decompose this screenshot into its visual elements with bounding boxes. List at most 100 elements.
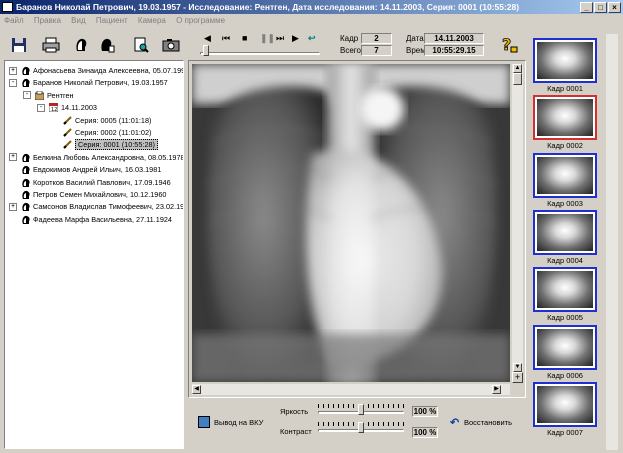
close-button[interactable]: × bbox=[608, 2, 621, 13]
svg-text:12: 12 bbox=[51, 107, 57, 112]
tree-node[interactable]: Самсонов Владислав Тимофеевич, 23.02.196 bbox=[33, 201, 183, 212]
horizontal-scrollbar[interactable]: ◀ ▶ bbox=[192, 384, 510, 395]
tree-node[interactable]: Рентген bbox=[47, 90, 74, 101]
series-icon bbox=[63, 128, 72, 137]
tree-node[interactable]: Коротков Василий Павлович, 17.09.1946 bbox=[33, 177, 171, 188]
pause-button[interactable]: ❚❚ bbox=[260, 33, 275, 44]
patient-icon bbox=[21, 215, 30, 224]
total-label: Всего bbox=[340, 46, 361, 55]
series-icon bbox=[63, 115, 72, 125]
scroll-down-button[interactable]: ▼ bbox=[513, 363, 522, 372]
thumbnail-label: Кадр 0007 bbox=[547, 427, 583, 437]
stop-button[interactable]: ■ bbox=[242, 33, 247, 43]
thumbnail-frame[interactable] bbox=[533, 324, 597, 370]
app-icon bbox=[2, 2, 13, 12]
tree-expander[interactable]: + bbox=[9, 202, 17, 211]
chest-xray bbox=[192, 64, 510, 382]
playback-slider[interactable] bbox=[200, 45, 320, 56]
playback-thumb[interactable] bbox=[203, 45, 209, 56]
series-icon bbox=[63, 140, 72, 150]
thumbnail-image bbox=[537, 385, 593, 423]
tree-node[interactable]: 14.11.2003 bbox=[61, 102, 97, 113]
contrast-slider[interactable] bbox=[318, 422, 404, 433]
undo-arrow-icon: ↶ bbox=[450, 417, 460, 429]
loop-button[interactable]: ↩ bbox=[308, 33, 316, 44]
camera-button[interactable] bbox=[160, 34, 182, 56]
vertical-scroll-thumb[interactable] bbox=[513, 73, 522, 85]
brightness-label: Яркость bbox=[280, 407, 309, 416]
contrast-thumb[interactable] bbox=[358, 422, 364, 433]
menu-file[interactable]: Файл bbox=[4, 16, 24, 25]
save-icon bbox=[12, 38, 26, 52]
menu-edit[interactable]: Правка bbox=[34, 16, 61, 25]
tree-node[interactable]: Петров Семен Михайлович, 10.12.1960 bbox=[33, 189, 166, 200]
printer-icon bbox=[42, 37, 60, 53]
scroll-up-button[interactable]: ▲ bbox=[513, 64, 522, 73]
tree-node[interactable]: Белкина Любовь Александровна, 08.05.1978 bbox=[33, 152, 183, 163]
tree-node[interactable]: Афонасьева Зинаида Алексеевна, 05.07.199… bbox=[33, 65, 183, 76]
play-backward-button[interactable]: ◀ bbox=[204, 33, 211, 44]
frame-value: 2 bbox=[361, 33, 392, 44]
tree-expander[interactable]: - bbox=[23, 91, 31, 100]
vertical-scrollbar[interactable]: ▲ ▼ bbox=[512, 64, 523, 382]
patient-icon bbox=[21, 178, 30, 187]
print-button[interactable] bbox=[40, 34, 62, 56]
thumbnail-frame[interactable] bbox=[533, 381, 597, 427]
scroll-left-button[interactable]: ◀ bbox=[192, 385, 201, 394]
title-bar: Баранов Николай Петрович, 19.03.1957 - И… bbox=[0, 0, 623, 14]
scroll-right-button[interactable]: ▶ bbox=[492, 385, 501, 394]
thumbnail-frame[interactable] bbox=[533, 152, 597, 198]
help-button[interactable]: ? bbox=[498, 33, 520, 55]
vku-output-button[interactable]: Вывод на ВКУ bbox=[214, 418, 263, 427]
thumbnail-image bbox=[537, 156, 593, 194]
tree-node[interactable]: Серия: 0005 (11:01:18) bbox=[75, 115, 151, 126]
brightness-slider[interactable] bbox=[318, 404, 404, 415]
menu-about[interactable]: О программе bbox=[176, 16, 225, 25]
tree-expander[interactable]: + bbox=[9, 66, 17, 75]
save-button[interactable] bbox=[8, 34, 30, 56]
image-search-button[interactable] bbox=[130, 34, 152, 56]
image-search-icon bbox=[134, 37, 149, 53]
thumbnail-frame[interactable] bbox=[533, 267, 597, 313]
thumbnail-frame[interactable] bbox=[533, 95, 597, 141]
tree-node[interactable]: Серия: 0001 (10:55:28) bbox=[75, 139, 158, 151]
patient-icon bbox=[21, 78, 30, 88]
svg-text:?: ? bbox=[502, 35, 511, 53]
tree-node[interactable]: Евдокимов Андрей Ильич, 16.03.1981 bbox=[33, 164, 161, 175]
last-frame-button[interactable]: ⏭ bbox=[276, 33, 284, 44]
time-value: 10:55:29.15 bbox=[424, 45, 484, 56]
menu-patient[interactable]: Пациент bbox=[96, 16, 128, 25]
tree-expander[interactable]: - bbox=[9, 78, 17, 87]
frame-label: Кадр bbox=[340, 34, 359, 43]
zoom-corner-button[interactable]: + bbox=[512, 372, 523, 383]
play-forward-button[interactable]: ▶ bbox=[292, 33, 299, 44]
patient-button[interactable] bbox=[70, 34, 92, 56]
thumbnail-label: Кадр 0002 bbox=[547, 141, 583, 151]
tree-node[interactable]: Серия: 0002 (11:01:02) bbox=[75, 127, 151, 138]
maximize-button[interactable]: □ bbox=[594, 2, 607, 13]
restore-button[interactable]: Восстановить bbox=[464, 418, 512, 427]
monitor-icon bbox=[198, 416, 210, 428]
tree-node[interactable]: Баранов Николай Петрович, 19.03.1957 bbox=[33, 77, 168, 88]
tree-node[interactable]: Фадеева Марфа Васильевна, 27.11.1924 bbox=[33, 214, 172, 225]
thumbnail-frame[interactable] bbox=[533, 209, 597, 255]
patient-icon bbox=[21, 190, 30, 199]
xray-image[interactable] bbox=[192, 64, 510, 382]
thumbnail-frame[interactable] bbox=[533, 38, 597, 83]
patient-edit-button[interactable] bbox=[96, 34, 118, 56]
thumbnail-scrollbar[interactable] bbox=[606, 34, 618, 450]
tree-expander[interactable]: - bbox=[37, 103, 45, 112]
patient-tree[interactable]: + Афонасьева Зинаида Алексеевна, 05.07.19… bbox=[4, 60, 184, 449]
date-label: Дата bbox=[406, 34, 424, 43]
thumbnail-strip[interactable]: Кадр 0001 Кадр 0002 Кадр 0003 Кадр 0004 Кадр… bbox=[530, 34, 620, 450]
menu-view[interactable]: Вид bbox=[71, 16, 85, 25]
tree-expander[interactable]: + bbox=[9, 153, 17, 162]
minimize-button[interactable]: _ bbox=[580, 2, 593, 13]
first-frame-button[interactable]: ⏮ bbox=[222, 33, 230, 44]
image-viewer[interactable]: ▲ ▼ ◀ ▶ + bbox=[188, 60, 526, 398]
menu-camera[interactable]: Камера bbox=[138, 16, 166, 25]
brightness-value: 100 % bbox=[412, 406, 438, 417]
patient-icon bbox=[21, 153, 30, 162]
brightness-thumb[interactable] bbox=[358, 404, 364, 415]
date-value: 14.11.2003 bbox=[424, 33, 484, 44]
